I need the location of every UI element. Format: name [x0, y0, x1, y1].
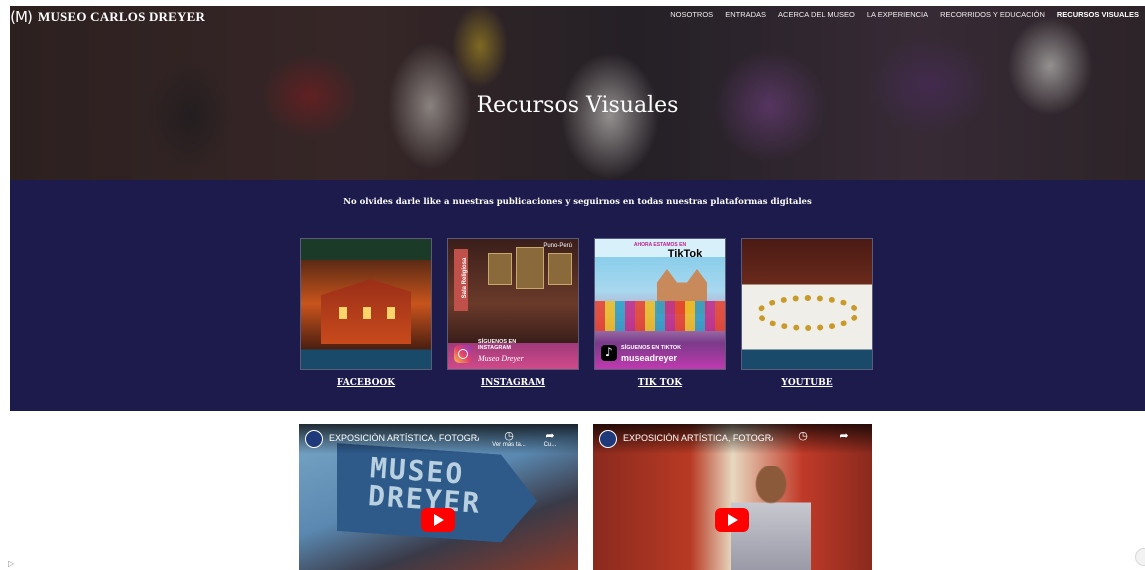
- page-title: Recursos Visuales: [476, 92, 679, 118]
- main-nav: NOSOTROS ENTRADAS ACERCA DEL MUSEO LA EX…: [664, 10, 1145, 20]
- hero-banner: (M) MUSEO CARLOS DREYER NOSOTROS ENTRADA…: [10, 6, 1145, 180]
- facebook-link[interactable]: FACEBOOK: [337, 378, 395, 388]
- social-card-instagram: Puno-Perú Sala Religiosa SÍGUENOS EN INS…: [447, 238, 579, 388]
- tiktok-handle: museadreyer: [621, 353, 678, 363]
- video-embed[interactable]: EXPOSICIÓN ARTÍSTICA, FOTOGRÁ... ◷ ➦: [593, 424, 872, 570]
- nav-item-nosotros[interactable]: NOSOTROS: [664, 10, 719, 20]
- share-icon: ➦: [839, 429, 849, 442]
- instagram-image[interactable]: Puno-Perú Sala Religiosa SÍGUENOS EN INS…: [447, 238, 579, 370]
- share-button[interactable]: ➦: [829, 430, 859, 442]
- tiktok-link[interactable]: TIK TOK: [638, 378, 682, 388]
- social-card-tiktok: AHORA ESTAMOS EN TikTok SÍGUENOS EN TIKT…: [594, 238, 726, 388]
- channel-avatar[interactable]: [305, 430, 323, 448]
- cursor-icon: ▷: [8, 559, 15, 568]
- clock-icon: ◷: [798, 429, 808, 442]
- instagram-handle: Museo Dreyer: [478, 354, 524, 363]
- gold-ornament-image: [756, 295, 860, 331]
- nav-item-recorridos-y-educacion[interactable]: RECORRIDOS Y EDUCACIÓN: [934, 10, 1051, 20]
- chat-widget-button[interactable]: [1135, 548, 1145, 566]
- social-section: No olvides darle like a nuestras publica…: [10, 180, 1145, 411]
- share-button[interactable]: ➦ Cu...: [535, 429, 565, 449]
- tiktok-follow-text: SÍGUENOS EN TIKTOK: [621, 345, 682, 351]
- youtube-play-icon[interactable]: [715, 508, 749, 532]
- youtube-image[interactable]: [741, 238, 873, 370]
- social-intro-text: No olvides darle like a nuestras publica…: [343, 197, 812, 207]
- nav-item-entradas[interactable]: ENTRADAS: [719, 10, 772, 20]
- tiktok-image[interactable]: AHORA ESTAMOS EN TikTok SÍGUENOS EN TIKT…: [594, 238, 726, 370]
- video-list: MUSEO DREYER EXPOSICIÓN ARTÍSTICA, FOTOG…: [299, 424, 872, 570]
- brand[interactable]: (M) MUSEO CARLOS DREYER: [10, 8, 205, 26]
- video-title[interactable]: EXPOSICIÓN ARTÍSTICA, FOTOGRÁ...: [623, 433, 773, 443]
- brand-name: MUSEO CARLOS DREYER: [38, 9, 206, 24]
- clock-icon: ◷: [504, 429, 514, 442]
- museum-logo-icon: (M): [10, 8, 33, 26]
- instagram-follow-text: SÍGUENOS EN INSTAGRAM: [478, 339, 517, 351]
- video-embed[interactable]: MUSEO DREYER EXPOSICIÓN ARTÍSTICA, FOTOG…: [299, 424, 578, 570]
- youtube-link[interactable]: YOUTUBE: [781, 378, 832, 388]
- watch-later-button[interactable]: ◷: [783, 430, 823, 442]
- facebook-image[interactable]: [300, 238, 432, 370]
- share-icon: ➦: [545, 429, 555, 442]
- nav-item-la-experiencia[interactable]: LA EXPERIENCIA: [861, 10, 934, 20]
- youtube-play-icon[interactable]: [421, 508, 455, 532]
- instagram-side-label: Sala Religiosa: [462, 257, 468, 299]
- social-card-youtube: YOUTUBE: [741, 238, 873, 388]
- channel-avatar[interactable]: [599, 430, 617, 448]
- watch-later-button[interactable]: ◷ Ver más ta...: [489, 429, 529, 449]
- video-title[interactable]: EXPOSICIÓN ARTÍSTICA, FOTOGRÁF...: [329, 433, 479, 443]
- instagram-icon: [454, 345, 472, 363]
- nav-item-acerca-del-museo[interactable]: ACERCA DEL MUSEO: [772, 10, 861, 20]
- social-cards: FACEBOOK Puno-Perú Sala Religiosa SÍGUEN…: [300, 238, 873, 388]
- social-card-facebook: FACEBOOK: [300, 238, 432, 388]
- dancers-image: [595, 301, 725, 331]
- nav-item-recursos-visuales[interactable]: RECURSOS VISUALES: [1051, 10, 1145, 20]
- tiktok-icon: [601, 345, 617, 361]
- tiktok-brand: TikTok: [667, 248, 703, 260]
- instagram-link[interactable]: INSTAGRAM: [481, 378, 545, 388]
